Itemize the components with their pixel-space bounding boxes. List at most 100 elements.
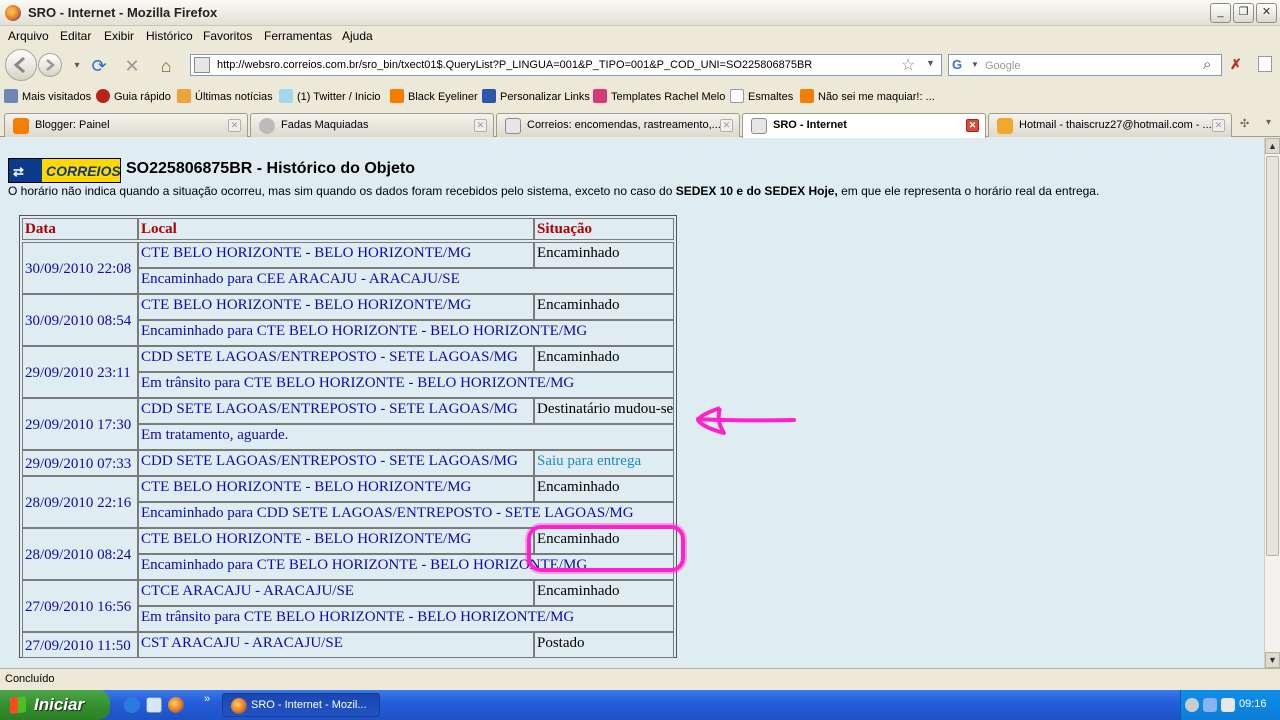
bookmark-templates-rachel-melo[interactable]: Templates Rachel Melo xyxy=(593,89,725,103)
google-icon[interactable]: G xyxy=(952,57,968,73)
link-icon xyxy=(482,89,496,103)
maximize-button[interactable]: ❐ xyxy=(1233,3,1254,23)
tray-expand-icon[interactable] xyxy=(1185,698,1199,712)
event-detail: Em tratamento, aguarde. xyxy=(138,424,674,450)
scroll-thumb[interactable] xyxy=(1266,156,1279,556)
bookmark-nao-sei-me-maquiar[interactable]: Não sei me maquiar!: ... xyxy=(800,89,935,103)
tab-close-icon[interactable]: ✕ xyxy=(1212,119,1225,132)
bookmark-guia-rapido[interactable]: Guia rápido xyxy=(96,89,171,103)
forward-button[interactable] xyxy=(38,53,62,77)
back-arrow-icon xyxy=(13,56,25,74)
event-status: Encaminhado xyxy=(534,580,674,606)
event-location: CTCE ARACAJU - ARACAJU/SE xyxy=(138,580,534,606)
bookmark-personalizar-links[interactable]: Personalizar Links xyxy=(482,89,590,103)
rss-icon xyxy=(177,89,191,103)
address-bar[interactable]: http://websro.correios.com.br/sro_bin/tx… xyxy=(190,54,942,76)
firefox-quicklaunch-icon[interactable] xyxy=(168,697,184,713)
history-dropdown-icon[interactable]: ▾ xyxy=(66,55,88,77)
stop-icon[interactable]: ✕ xyxy=(121,55,143,77)
tab-sro-internet[interactable]: SRO - Internet ✕ xyxy=(742,113,986,138)
search-bar[interactable]: G ▼ Google ⌕ xyxy=(948,54,1222,76)
event-date: 27/09/2010 11:50 xyxy=(22,632,138,658)
menu-favoritos[interactable]: Favoritos xyxy=(203,29,252,43)
scroll-down-button[interactable]: ▼ xyxy=(1265,652,1280,668)
window-title: SRO - Internet - Mozilla Firefox xyxy=(28,5,218,20)
event-location: CDD SETE LAGOAS/ENTREPOSTO - SETE LAGOAS… xyxy=(138,450,534,476)
search-input[interactable]: Google xyxy=(985,60,1020,72)
event-location: CTE BELO HORIZONTE - BELO HORIZONTE/MG xyxy=(138,476,534,502)
tab-close-icon[interactable]: ✕ xyxy=(966,119,979,132)
internet-explorer-icon[interactable] xyxy=(124,697,140,713)
home-icon[interactable]: ⌂ xyxy=(155,55,177,77)
clock: 09:16 xyxy=(1239,698,1267,710)
page-content: ⇄ CORREIOS SO225806875BR - Histórico do … xyxy=(0,138,1264,668)
page-menu-icon[interactable] xyxy=(1258,56,1272,72)
loading-icon xyxy=(259,118,275,134)
all-tabs-dropdown-icon[interactable]: ▾ xyxy=(1266,117,1271,128)
menu-editar[interactable]: Editar xyxy=(60,29,91,43)
page-title: SO225806875BR - Histórico do Objeto xyxy=(126,160,415,177)
header-situacao: Situação xyxy=(534,218,674,240)
tab-list-icon[interactable]: ✣ xyxy=(1240,117,1249,130)
tab-close-icon[interactable]: ✕ xyxy=(720,119,733,132)
tab-fadas-maquiadas[interactable]: Fadas Maquiadas ✕ xyxy=(250,113,494,137)
search-engine-dropdown-icon[interactable]: ▼ xyxy=(971,60,979,69)
bookmark-esmaltes[interactable]: Esmaltes xyxy=(730,89,793,103)
system-tray: 09:16 xyxy=(1180,690,1280,720)
event-date: 29/09/2010 07:33 xyxy=(22,450,138,476)
taskbar-window-button[interactable]: SRO - Internet - Mozil... xyxy=(222,693,380,717)
search-icon[interactable]: ⌕ xyxy=(1203,56,1211,73)
reload-icon[interactable]: ⟳ xyxy=(88,55,110,77)
menu-ferramentas[interactable]: Ferramentas xyxy=(264,29,332,43)
vertical-scrollbar[interactable]: ▲ ▼ xyxy=(1264,138,1280,668)
close-button[interactable]: ✕ xyxy=(1256,3,1277,23)
start-button[interactable]: Iniciar xyxy=(0,690,110,720)
menu-historico[interactable]: Histórico xyxy=(146,29,193,43)
correios-logo: ⇄ CORREIOS xyxy=(8,158,121,183)
menu-exibir[interactable]: Exibir xyxy=(104,29,134,43)
event-date: 28/09/2010 22:16 xyxy=(22,476,138,528)
twitter-icon xyxy=(279,89,293,103)
bookmark-twitter[interactable]: (1) Twitter / Inicio xyxy=(279,89,381,103)
network-icon[interactable] xyxy=(1203,698,1217,712)
tab-strip: Blogger: Painel ✕ Fadas Maquiadas ✕ Corr… xyxy=(0,111,1280,138)
event-status: Saiu para entrega xyxy=(534,450,674,476)
bookmark-black-eyeliner[interactable]: Black Eyeliner xyxy=(390,89,478,103)
bookmark-mais-visitados[interactable]: Mais visitados xyxy=(4,89,91,103)
header-local: Local xyxy=(138,218,534,240)
tab-correios[interactable]: Correios: encomendas, rastreamento,... ✕ xyxy=(496,113,740,137)
url-dropdown-icon[interactable]: ▼ xyxy=(926,58,935,68)
minimize-button[interactable]: _ xyxy=(1210,3,1231,23)
firefox-icon xyxy=(231,698,247,714)
event-status: Encaminhado xyxy=(534,476,674,502)
back-button[interactable] xyxy=(5,49,37,81)
tab-close-icon[interactable]: ✕ xyxy=(228,119,241,132)
firefox-bookmark-icon xyxy=(96,89,110,103)
tab-hotmail[interactable]: Hotmail - thaiscruz27@hotmail.com - ... … xyxy=(988,113,1232,137)
addon-icon[interactable]: ✗ xyxy=(1230,56,1246,72)
folder-icon xyxy=(4,89,18,103)
site-identity-icon[interactable] xyxy=(194,57,210,73)
event-location: CDD SETE LAGOAS/ENTREPOSTO - SETE LAGOAS… xyxy=(138,398,534,424)
tab-blogger-painel[interactable]: Blogger: Painel ✕ xyxy=(4,113,248,137)
status-text: Concluído xyxy=(5,673,55,685)
show-desktop-icon[interactable] xyxy=(146,697,162,713)
blogger-icon xyxy=(13,118,29,134)
menu-arquivo[interactable]: Arquivo xyxy=(8,29,49,43)
event-location: CTE BELO HORIZONTE - BELO HORIZONTE/MG xyxy=(138,242,534,268)
event-date: 27/09/2010 16:56 xyxy=(22,580,138,632)
menu-ajuda[interactable]: Ajuda xyxy=(342,29,373,43)
event-location: CST ARACAJU - ARACAJU/SE xyxy=(138,632,534,658)
event-status: Encaminhado xyxy=(534,294,674,320)
volume-icon[interactable] xyxy=(1221,698,1235,712)
url-text[interactable]: http://websro.correios.com.br/sro_bin/tx… xyxy=(217,59,812,71)
bookmark-star-icon[interactable]: ☆ xyxy=(901,55,915,75)
bookmark-ultimas-noticias[interactable]: Últimas notícias xyxy=(177,89,273,103)
quicklaunch-more-icon[interactable]: » xyxy=(204,693,210,705)
event-detail: Encaminhado para CTE BELO HORIZONTE - BE… xyxy=(138,320,674,346)
tab-close-icon[interactable]: ✕ xyxy=(474,119,487,132)
scroll-up-button[interactable]: ▲ xyxy=(1265,138,1280,154)
event-location: CTE BELO HORIZONTE - BELO HORIZONTE/MG xyxy=(138,294,534,320)
event-detail: Encaminhado para CEE ARACAJU - ARACAJU/S… xyxy=(138,268,674,294)
firefox-icon xyxy=(5,5,21,21)
